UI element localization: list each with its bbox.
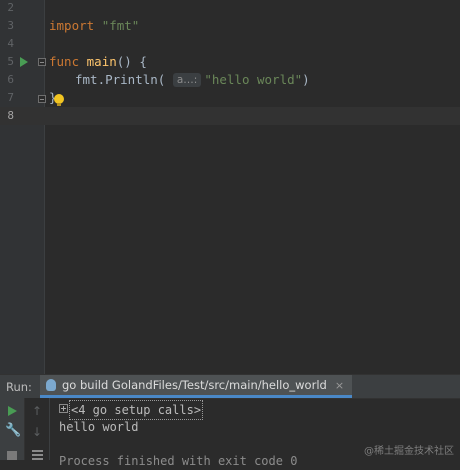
code-line: 2 [0,0,460,17]
rerun-icon[interactable] [8,406,17,416]
line-number: 3 [7,19,14,32]
func-signature: () { [116,54,147,69]
run-config-tab-title: go build GolandFiles/Test/src/main/hello… [62,378,327,392]
fold-marker-icon[interactable] [38,95,46,103]
run-gutter-icon[interactable] [20,57,28,67]
stop-icon[interactable] [7,451,17,460]
line-number: 5 [7,55,14,68]
console-line: hello world [59,420,139,434]
soft-wrap-icon[interactable] [32,450,43,460]
import-statement: import "fmt" [49,17,139,35]
console-line: Process finished with exit code 0 [59,454,298,468]
call-expression: fmt.Println( [75,72,166,87]
code-editor[interactable]: 2 3 import "fmt" 4 5 func main() { 6 fmt… [0,0,460,355]
code-line: 3 import "fmt" [0,17,460,35]
string-argument: "hello world" [204,72,303,87]
func-declaration: func main() { [49,53,147,71]
line-number: 6 [7,73,14,86]
panel-splitter[interactable] [0,355,460,375]
run-label: Run: [6,380,32,394]
line-number: 4 [7,37,14,50]
code-line-current: 8 [0,107,460,125]
lightbulb-icon[interactable] [54,94,64,106]
go-gopher-icon [46,379,56,391]
code-line: 5 func main() { [0,53,460,71]
run-tool-window: Run: go build GolandFiles/Test/src/main/… [0,375,460,468]
func-keyword: func [49,54,80,69]
line-number: 2 [7,1,14,14]
run-config-tab[interactable]: go build GolandFiles/Test/src/main/hello… [40,375,353,398]
wrench-icon[interactable]: 🔧 [5,424,21,438]
code-line: 6 fmt.Println( a…: "hello world") [0,71,460,89]
import-package: "fmt" [101,18,140,33]
watermark: @稀土掘金技术社区 [364,446,454,457]
parameter-hint: a…: [172,73,202,87]
arrow-down-icon[interactable]: ↓ [31,425,43,439]
fold-marker-icon[interactable] [38,58,46,66]
call-close: ) [302,72,310,87]
line-number: 7 [7,91,14,104]
console-toolbar: ↑ ↓ [25,398,50,460]
run-header: Run: go build GolandFiles/Test/src/main/… [0,375,460,399]
console-line: <4 go setup calls> [59,400,204,420]
arrow-up-icon[interactable]: ↑ [31,404,43,418]
setup-calls-fold[interactable]: <4 go setup calls> [69,400,204,420]
println-call: fmt.Println( a…: "hello world") [75,71,310,89]
func-name: main [86,54,117,69]
code-line: 4 [0,35,460,53]
code-line: 7 } [0,89,460,107]
run-toolbar: 🔧 [0,398,25,460]
expand-icon[interactable] [59,404,68,413]
line-number: 8 [7,109,14,122]
import-keyword: import [49,18,95,33]
close-icon[interactable]: × [335,379,344,392]
